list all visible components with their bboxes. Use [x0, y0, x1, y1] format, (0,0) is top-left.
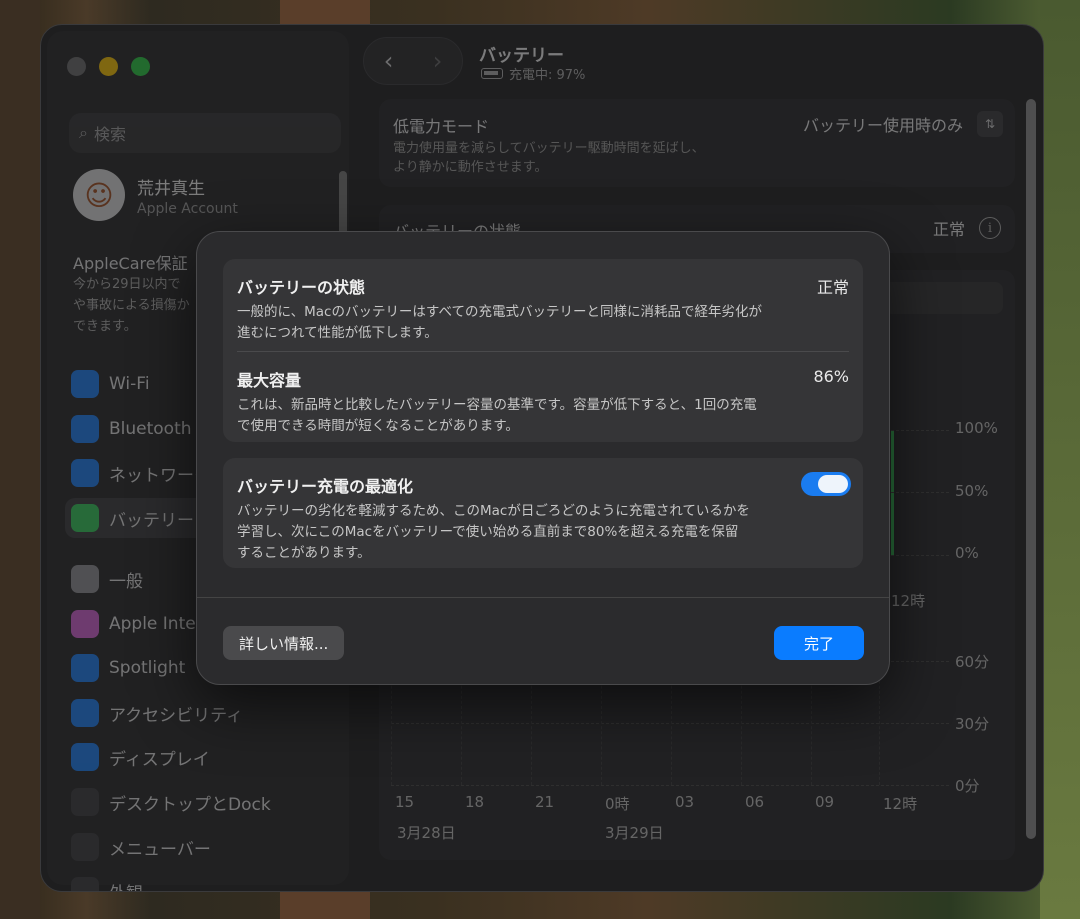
bluetooth-icon — [71, 415, 99, 443]
low-power-select[interactable]: バッテリー使用時のみ ⇅ — [803, 111, 1003, 137]
health-section: バッテリーの状態 正常 一般的に、Macのバッテリーはすべての充電式バッテリーと… — [237, 274, 849, 344]
sidebar-item-label: Spotlight — [109, 658, 186, 678]
sidebar-item-label: 一般 — [109, 571, 143, 592]
search-placeholder: 検索 — [93, 125, 126, 144]
dock-icon — [71, 788, 99, 816]
date-label-0328: 3月28日 — [397, 824, 456, 842]
capacity-desc: これは、新品時と比較したバッテリー容量の基準です。容量が低下すると、1回の充電 … — [237, 397, 757, 434]
close-button[interactable] — [67, 57, 86, 76]
nav-buttons: ‹ › — [363, 37, 463, 85]
content-scrollbar[interactable] — [1026, 99, 1036, 839]
sun-icon — [71, 743, 99, 771]
x-label-top-12: 12時 — [891, 592, 926, 610]
x-tick-label: 18 — [465, 793, 485, 811]
sidebar-item-appearance[interactable]: 外観 — [71, 871, 347, 892]
optimize-desc: バッテリーの劣化を軽減するため、このMacが日ごろどのように充電されているかを … — [237, 503, 750, 561]
sidebar-item-accessibility[interactable]: アクセシビリティ — [71, 693, 347, 733]
back-button[interactable]: ‹ — [364, 47, 413, 75]
low-power-card: 低電力モード 電力使用量を減らしてバッテリー駆動時間を延ばし、 より静かに動作さ… — [379, 99, 1015, 187]
low-power-value: バッテリー使用時のみ — [802, 116, 963, 135]
sidebar-item-label: Apple Inte — [109, 614, 196, 634]
more-info-button[interactable]: 詳しい情報... — [223, 626, 345, 660]
appearance-icon — [71, 877, 99, 891]
health-desc: 一般的に、Macのバッテリーはすべての充電式バッテリーと同様に消耗品で経年劣化が… — [237, 304, 762, 341]
y-label-100: 100% — [955, 419, 998, 437]
sidebar-item-menubar[interactable]: メニューバー — [71, 827, 347, 867]
health-value: 正常 — [816, 278, 849, 297]
account-sub: Apple Account — [137, 200, 238, 217]
search-icon: ⌕ — [79, 123, 88, 142]
y-label-30m: 30分 — [955, 715, 990, 733]
sidebar-item-dock[interactable]: デスクトップとDock — [71, 782, 347, 822]
health-card: バッテリーの状態 正常 一般的に、Macのバッテリーはすべての充電式バッテリーと… — [223, 259, 863, 442]
sidebar-item-label: バッテリー — [109, 510, 194, 531]
charging-status-text: 充電中: 97% — [509, 68, 586, 83]
capacity-section: 最大容量 86% これは、新品時と比較したバッテリー容量の基準です。容量が低下す… — [237, 367, 849, 437]
toggle-knob — [818, 475, 848, 493]
footer-divider — [197, 597, 889, 598]
sidebar-item-label: メニューバー — [109, 839, 211, 860]
battery-health-sheet: バッテリーの状態 正常 一般的に、Macのバッテリーはすべての充電式バッテリーと… — [196, 231, 890, 685]
x-tick-label: 12時 — [883, 795, 918, 813]
account-row[interactable]: ☺ 荒井真生 Apple Account — [73, 169, 238, 221]
sidebar-item-label: ディスプレイ — [109, 749, 210, 770]
forward-button[interactable]: › — [413, 47, 462, 75]
low-power-title: 低電力モード — [393, 117, 490, 136]
battery-icon — [481, 68, 503, 79]
x-tick-label: 21 — [535, 793, 555, 811]
sidebar-item-label: Bluetooth — [109, 419, 192, 439]
zoom-button[interactable] — [131, 57, 150, 76]
wifi-icon — [71, 370, 99, 398]
minimize-button[interactable] — [99, 57, 118, 76]
done-button[interactable]: 完了 — [774, 626, 864, 660]
y-label-60m: 60分 — [955, 653, 990, 671]
x-tick-label: 0時 — [605, 795, 630, 813]
sidebar-item-label: アクセシビリティ — [109, 705, 244, 726]
capacity-title: 最大容量 — [237, 371, 302, 390]
x-tick-label: 06 — [745, 793, 765, 811]
optimize-card: バッテリー充電の最適化 バッテリーの劣化を軽減するため、このMacが日ごろどのよ… — [223, 458, 863, 568]
sidebar-item-sun[interactable]: ディスプレイ — [71, 737, 347, 777]
low-power-desc: 電力使用量を減らしてバッテリー駆動時間を延ばし、 より静かに動作させます。 — [393, 141, 705, 175]
battery-icon — [71, 504, 99, 532]
search-input[interactable]: ⌕ 検索 — [69, 113, 341, 153]
health-row-value: 正常 — [932, 220, 965, 239]
x-tick-label: 03 — [675, 793, 695, 811]
x-tick-label: 15 — [395, 793, 415, 811]
sidebar-item-label: 外観 — [109, 879, 143, 892]
grid-0m — [391, 785, 949, 786]
date-label-0329: 3月29日 — [605, 824, 664, 842]
apple-intelligence-icon — [71, 610, 99, 638]
grid-30m — [391, 723, 949, 724]
capacity-value: 86% — [813, 367, 849, 386]
info-icon[interactable]: i — [979, 217, 1001, 239]
magnifier-icon — [71, 654, 99, 682]
y-label-0m: 0分 — [955, 777, 980, 795]
optimize-section: バッテリー充電の最適化 バッテリーの劣化を軽減するため、このMacが日ごろどのよ… — [237, 473, 849, 564]
accessibility-icon — [71, 699, 99, 727]
optimize-title: バッテリー充電の最適化 — [237, 477, 414, 496]
avatar: ☺ — [73, 169, 125, 221]
gear-icon — [71, 565, 99, 593]
sidebar-item-label: デスクトップとDock — [109, 794, 271, 815]
globe-icon — [71, 459, 99, 487]
card-divider — [237, 351, 849, 352]
account-name: 荒井真生 — [137, 178, 205, 199]
page-title: バッテリー — [479, 46, 564, 66]
charging-status: 充電中: 97% — [481, 64, 585, 83]
health-title: バッテリーの状態 — [237, 278, 366, 297]
optimize-toggle[interactable] — [801, 472, 851, 496]
y-label-0: 0% — [955, 544, 979, 562]
sidebar-item-label: Wi-Fi — [109, 374, 150, 394]
menubar-icon — [71, 833, 99, 861]
y-label-50: 50% — [955, 482, 989, 500]
chevron-updown-icon: ⇅ — [977, 111, 1003, 137]
x-tick-label: 09 — [815, 793, 835, 811]
